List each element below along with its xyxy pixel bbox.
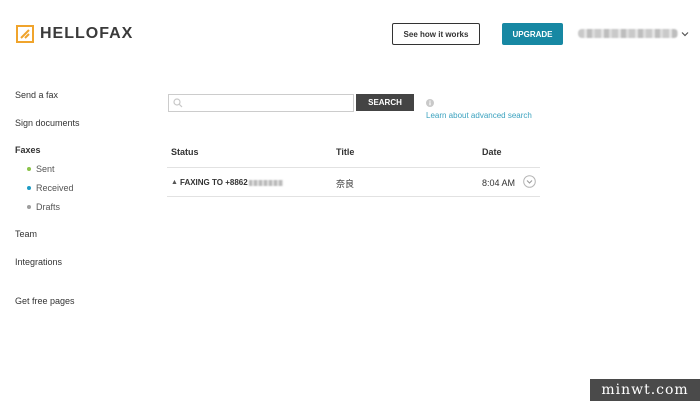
column-header-title[interactable]: Title — [336, 147, 354, 157]
status-dot — [27, 205, 31, 209]
sidebar-subitem-label: Drafts — [36, 202, 61, 212]
sidebar-item-sign-documents[interactable]: Sign documents — [15, 118, 80, 128]
status-dot — [27, 186, 31, 190]
fax-status-text: FAXING TO +8862 — [180, 178, 248, 187]
chevron-down-circle-icon[interactable] — [523, 175, 536, 188]
hellofax-logo-icon — [16, 25, 34, 43]
chevron-down-icon — [681, 31, 689, 36]
sidebar-subitem-sent[interactable]: Sent — [27, 164, 55, 174]
fax-title: 奈良 — [336, 179, 355, 189]
sidebar-item-faxes[interactable]: Faxes — [15, 145, 41, 155]
blurred-email — [578, 29, 678, 38]
see-how-it-works-button[interactable]: See how it works — [392, 23, 480, 45]
sidebar-subitem-received[interactable]: Received — [27, 183, 74, 193]
column-header-status[interactable]: Status — [171, 147, 199, 157]
fax-date: 8:04 AM — [482, 178, 516, 188]
upgrade-button[interactable]: UPGRADE — [502, 23, 563, 45]
search-box — [168, 94, 354, 112]
search-input[interactable] — [183, 96, 347, 110]
watermark: minwt.com — [590, 379, 700, 401]
search-icon — [173, 98, 183, 108]
status-dot — [27, 167, 31, 171]
divider — [167, 196, 540, 197]
search-button[interactable]: SEARCH — [356, 94, 414, 111]
account-menu[interactable] — [578, 29, 689, 38]
hellofax-logo[interactable]: HELLOFAX — [16, 25, 133, 43]
sidebar-item-send-fax[interactable]: Send a fax — [15, 90, 58, 100]
column-header-date[interactable]: Date — [482, 147, 502, 157]
sidebar-item-integrations[interactable]: Integrations — [15, 257, 62, 267]
fax-status: FAXING TO +8862 — [180, 178, 283, 187]
sidebar-item-team[interactable]: Team — [15, 229, 37, 239]
advanced-search-link[interactable]: Learn about advanced search — [426, 111, 532, 120]
sidebar-item-get-free-pages[interactable]: Get free pages — [15, 296, 75, 306]
sidebar-subitem-label: Sent — [36, 164, 55, 174]
divider — [167, 167, 540, 168]
blurred-number — [248, 179, 283, 186]
caret-up-icon: ▲ — [171, 179, 178, 186]
sidebar-subitem-drafts[interactable]: Drafts — [27, 202, 60, 212]
logo-text: HELLOFAX — [40, 25, 134, 42]
info-icon — [426, 99, 434, 107]
sidebar-subitem-label: Received — [36, 183, 74, 193]
